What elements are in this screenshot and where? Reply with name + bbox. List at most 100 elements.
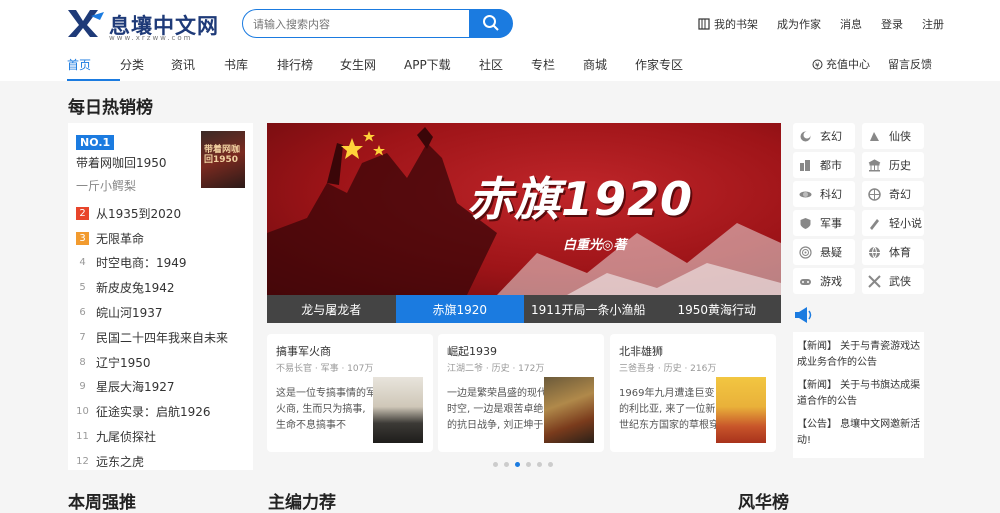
list-item[interactable]: 5 新皮皮兔1942 [76, 275, 251, 300]
section-title-weekly: 本周强推 [68, 493, 136, 513]
search-box [242, 8, 513, 38]
bookshelf-icon [698, 18, 710, 30]
carousel-dot[interactable] [504, 462, 509, 467]
carousel-dot[interactable] [537, 462, 542, 467]
search-input[interactable] [253, 14, 453, 34]
rank-top1-title[interactable]: 带着网咖回1950 [76, 154, 167, 171]
nav-community[interactable]: 社区 [479, 56, 531, 81]
genre-xianxia[interactable]: 仙侠 [862, 123, 924, 149]
genre-magic[interactable]: 奇幻 [862, 181, 924, 207]
hero-banner[interactable]: 赤旗1920 白重光◎著 龙与屠龙者 赤旗1920 1911开局一条小渔船 19… [267, 123, 781, 323]
card-cover [544, 377, 594, 443]
carousel-dots [493, 462, 559, 467]
link-messages[interactable]: 消息 [840, 16, 862, 32]
genre-label: 悬疑 [820, 246, 842, 259]
section-title-fenghua: 风华榜 [738, 493, 789, 513]
light-novel-icon [867, 216, 881, 230]
genre-label: 都市 [820, 159, 842, 172]
genre-wuxia[interactable]: 武侠 [862, 268, 924, 294]
rank-number: 5 [79, 282, 86, 294]
genre-scifi[interactable]: 科幻 [793, 181, 855, 207]
game-icon [798, 274, 812, 288]
rank-top1-author[interactable]: 一斤小鳄梨 [76, 177, 136, 194]
genre-label: 仙侠 [889, 130, 911, 143]
genre-game[interactable]: 游戏 [793, 268, 855, 294]
banner-tab-3[interactable]: 1911开局一条小渔船 [524, 295, 653, 323]
nav-author-zone[interactable]: 作家专区 [635, 56, 695, 81]
notice-item[interactable]: 【公告】 息壤中文网邀新活动! [797, 417, 921, 449]
rank-number: 10 [76, 406, 89, 418]
card-desc: 一边是繁荣昌盛的现代时空, 一边是艰苦卓绝的抗日战争, 刘正坤于 [447, 388, 547, 431]
genre-light-novel[interactable]: 轻小说 [862, 210, 924, 236]
rank-title: 从1935到2020 [96, 206, 182, 221]
notice-panel: 【新闻】 关于与青瓷游戏达成业务合作的公告 【新闻】 关于与书旗达成渠道合作的公… [793, 304, 924, 458]
notice-item[interactable]: 【新闻】 关于与青瓷游戏达成业务合作的公告 [797, 339, 921, 371]
rank-top1-cover[interactable]: 带着网咖回1950 [201, 131, 245, 188]
genre-city[interactable]: 都市 [793, 152, 855, 178]
nav-app-download[interactable]: APP下载 [404, 56, 479, 81]
search-button[interactable] [469, 8, 513, 38]
banner-tab-1[interactable]: 龙与屠龙者 [267, 295, 396, 323]
link-login[interactable]: 登录 [881, 16, 903, 32]
carousel-dot-active[interactable] [515, 462, 520, 467]
card-desc: 1969年九月遭逢巨变的利比亚, 来了一位新世纪东方国家的草根穿越 [619, 388, 719, 431]
genre-sports[interactable]: 体育 [862, 239, 924, 265]
search-icon [483, 15, 499, 31]
banner-tab-4[interactable]: 1950黄海行动 [653, 295, 782, 323]
genre-grid: 玄幻 仙侠 都市 历史 科幻 奇幻 军事 轻小说 悬疑 体育 游戏 武侠 [793, 123, 924, 295]
link-bookshelf[interactable]: 我的书架 [698, 16, 758, 32]
rank-title: 新皮皮兔1942 [96, 281, 175, 296]
genre-history[interactable]: 历史 [862, 152, 924, 178]
list-item[interactable]: 9 星辰大海1927 [76, 375, 251, 400]
site-logo[interactable]: 息壤中文网 www.xrzww.com [67, 8, 218, 42]
card-title: 北非雄狮 [619, 345, 663, 358]
rank-number: 12 [76, 455, 89, 467]
list-item[interactable]: 7 民国二十四年我来自未来 [76, 325, 251, 350]
nav-columns[interactable]: 专栏 [531, 56, 583, 81]
card-title: 搞事军火商 [276, 345, 331, 358]
banner-tab-2[interactable]: 赤旗1920 [395, 295, 524, 323]
list-item[interactable]: 12 远东之虎 [76, 449, 251, 474]
link-recharge[interactable]: ¥ 充值中心 [812, 56, 870, 72]
list-item[interactable]: 11 九尾侦探社 [76, 424, 251, 449]
nav-home[interactable]: 首页 [67, 56, 120, 81]
card-cover [716, 377, 766, 443]
list-item[interactable]: 6 皖山河1937 [76, 300, 251, 325]
notice-item[interactable]: 【新闻】 关于与书旗达成渠道合作的公告 [797, 378, 921, 410]
book-card[interactable]: 搞事军火商 不易长官 · 军事 · 107万 这是一位专搞事情的军火商, 生而只… [267, 334, 433, 452]
book-card[interactable]: 北非雄狮 三爸吾身 · 历史 · 216万 1969年九月遭逢巨变的利比亚, 来… [610, 334, 776, 452]
nav-news[interactable]: 资讯 [171, 56, 224, 81]
card-cover [373, 377, 423, 443]
carousel-dot[interactable] [526, 462, 531, 467]
xianxia-icon [867, 129, 881, 143]
link-recharge-label: 充值中心 [826, 58, 870, 71]
nav-shop[interactable]: 商城 [583, 56, 635, 81]
carousel-dot[interactable] [548, 462, 553, 467]
scifi-icon [798, 187, 812, 201]
fantasy-icon [798, 129, 812, 143]
logo-url: www.xrzww.com [109, 34, 193, 42]
nav-category[interactable]: 分类 [120, 56, 171, 81]
genre-label: 游戏 [820, 275, 842, 288]
no1-badge: NO.1 [76, 135, 115, 150]
genre-fantasy[interactable]: 玄幻 [793, 123, 855, 149]
nav-female[interactable]: 女生网 [340, 56, 404, 81]
rank-items: 2 从1935到2020 3 无限革命 4 时空电商：1949 5 新皮皮兔1942 6… [76, 201, 251, 474]
military-icon [798, 216, 812, 230]
list-item[interactable]: 8 辽宁1950 [76, 350, 251, 375]
nav-library[interactable]: 书库 [224, 56, 277, 81]
list-item[interactable]: 4 时空电商：1949 [76, 251, 251, 276]
link-become-author[interactable]: 成为作家 [777, 16, 821, 32]
book-card[interactable]: 崛起1939 江湖二爷 · 历史 · 172万 一边是繁荣昌盛的现代时空, 一边… [438, 334, 604, 452]
carousel-dot[interactable] [493, 462, 498, 467]
link-feedback[interactable]: 留言反馈 [888, 56, 932, 72]
rank-title: 辽宁1950 [96, 355, 151, 370]
list-item[interactable]: 2 从1935到2020 [76, 201, 251, 226]
genre-mystery[interactable]: 悬疑 [793, 239, 855, 265]
card-desc: 这是一位专搞事情的军火商, 生而只为搞事, 生命不息搞事不 [276, 388, 376, 431]
list-item[interactable]: 10 征途实录：启航1926 [76, 399, 251, 424]
genre-military[interactable]: 军事 [793, 210, 855, 236]
nav-rankings[interactable]: 排行榜 [277, 56, 340, 81]
link-register[interactable]: 注册 [922, 16, 944, 32]
list-item[interactable]: 3 无限革命 [76, 226, 251, 251]
